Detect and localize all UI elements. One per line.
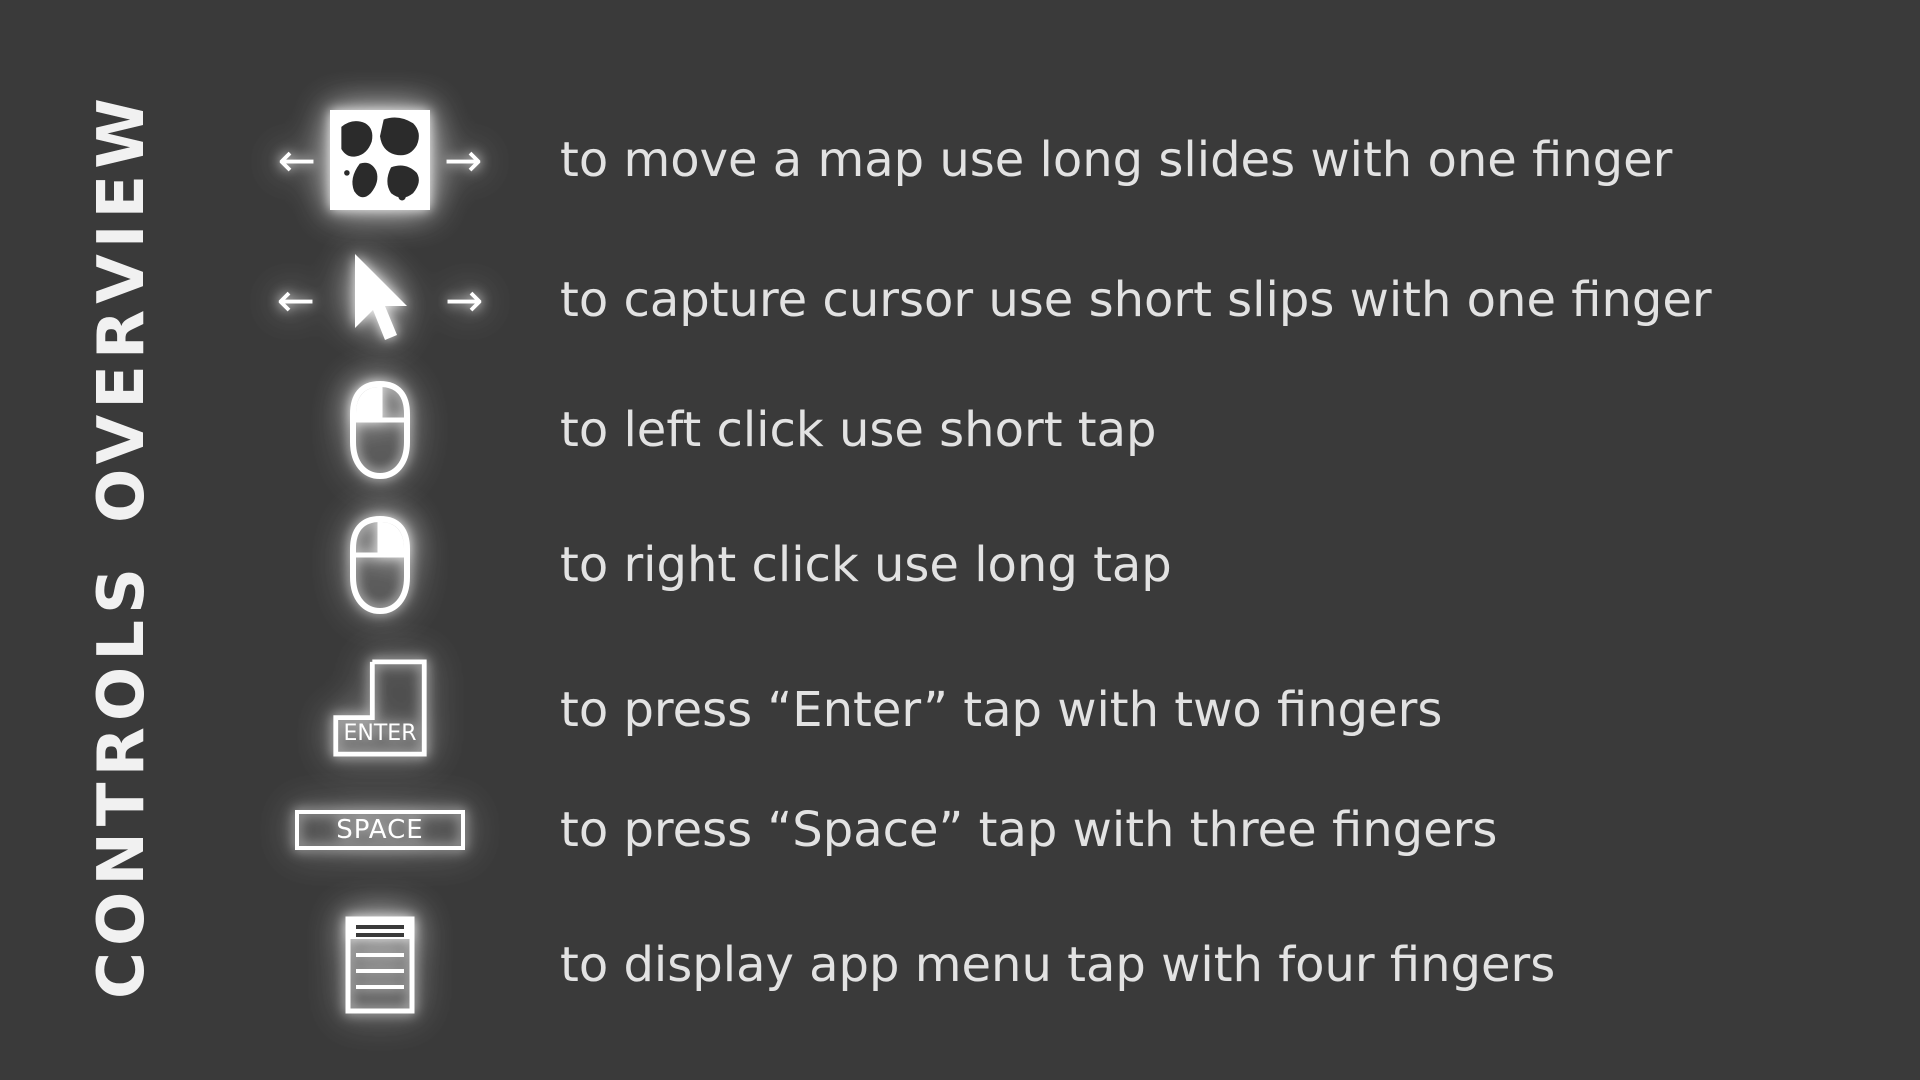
arrow-right-icon: →	[444, 133, 483, 187]
hint-row-menu: to display app menu tap with four finger…	[260, 905, 1840, 1025]
hint-text: to capture cursor use short slips with o…	[500, 272, 1840, 328]
hint-row-cursor: ← → to capture cursor use short slips wi…	[260, 240, 1840, 360]
arrow-left-icon: ←	[276, 273, 315, 327]
cursor-icon	[345, 250, 415, 350]
hint-text: to left click use short tap	[500, 402, 1840, 458]
space-key-label: SPACE	[295, 810, 465, 850]
app-menu-icon	[260, 905, 500, 1025]
cursor-move-icon: ← →	[260, 240, 500, 360]
controls-heading: CONTROLS	[85, 580, 159, 980]
hint-text: to right click use long tap	[500, 537, 1840, 593]
hint-text: to press “Space” tap with three fingers	[500, 802, 1840, 858]
hint-row-right-click: to right click use long tap	[260, 505, 1840, 625]
map-pan-icon: ← →	[260, 100, 500, 220]
hint-text: to display app menu tap with four finger…	[500, 937, 1840, 993]
enter-key-icon: ENTER	[260, 640, 500, 780]
enter-key-label: ENTER	[344, 721, 417, 746]
hint-row-enter: ENTER to press “Enter” tap with two fing…	[260, 640, 1840, 780]
hint-row-space: SPACE to press “Space” tap with three fi…	[260, 790, 1840, 870]
hint-text: to press “Enter” tap with two fingers	[500, 682, 1840, 738]
space-key-icon: SPACE	[260, 790, 500, 870]
controls-overview-panel: OVERVIEW CONTROLS ← →	[0, 0, 1920, 1080]
mouse-right-click-icon	[260, 505, 500, 625]
hint-text: to move a map use long slides with one f…	[500, 132, 1840, 188]
arrow-right-icon: →	[445, 273, 484, 327]
mouse-left-click-icon	[260, 370, 500, 490]
hint-row-left-click: to left click use short tap	[260, 370, 1840, 490]
arrow-left-icon: ←	[277, 133, 316, 187]
globe-icon	[330, 110, 430, 210]
hint-row-map: ← → to move a map use long slides with o…	[260, 100, 1840, 220]
overview-heading: OVERVIEW	[85, 108, 159, 508]
